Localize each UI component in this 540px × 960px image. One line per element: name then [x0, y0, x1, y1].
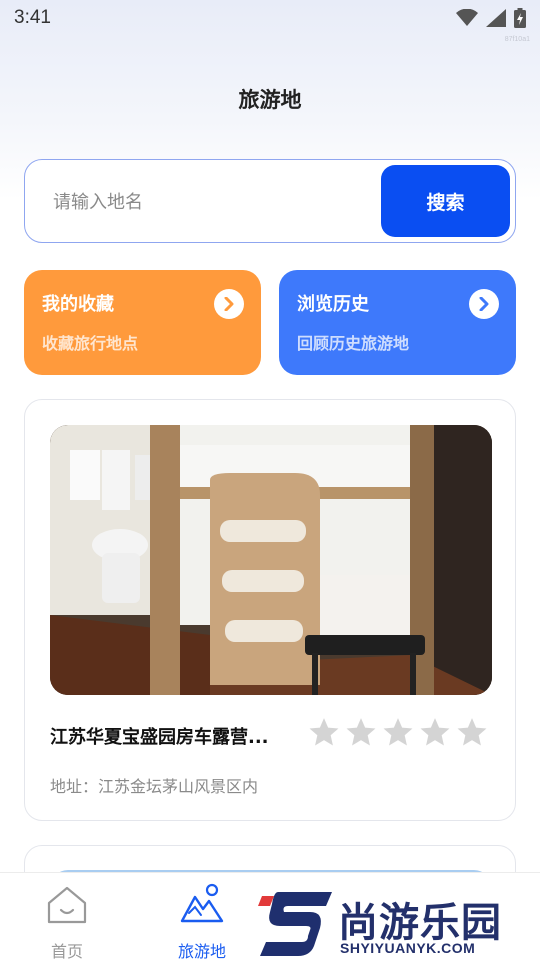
battery-icon	[514, 8, 526, 28]
star-icon	[457, 718, 487, 746]
watermark-url: SHYIYUANYK.COM	[340, 940, 476, 956]
wifi-icon	[456, 9, 478, 26]
tab-home-label: 首页	[50, 942, 83, 960]
status-time: 3:41	[14, 7, 51, 28]
chevron-right-icon	[214, 289, 244, 319]
star-icon	[383, 718, 413, 746]
favorites-title: 我的收藏	[42, 294, 114, 315]
page-title: 旅游地	[238, 88, 302, 112]
star-icon	[420, 718, 450, 746]
status-bar: 3:41	[0, 0, 540, 36]
search-box: 搜索	[24, 159, 516, 243]
build-tag: 87f10a1	[504, 36, 530, 43]
star-icon	[309, 718, 339, 746]
place-card[interactable]: 江苏华夏宝盛园房车露营... 地址：江苏金坛茅山风景区内	[24, 399, 516, 821]
search-input[interactable]	[45, 180, 375, 224]
star-rating	[307, 716, 489, 750]
search-button[interactable]: 搜索	[381, 165, 510, 237]
history-title: 浏览历史	[297, 294, 369, 315]
home-icon	[47, 886, 87, 924]
watermark-logo-icon	[258, 892, 332, 956]
site-watermark: 尚游乐园 SHYIYUANYK.COM	[258, 886, 540, 960]
tab-home[interactable]: 首页	[27, 883, 107, 960]
cellular-signal-icon	[486, 9, 506, 27]
status-icons	[456, 8, 526, 28]
chevron-right-icon	[469, 289, 499, 319]
favorites-card[interactable]: 我的收藏 收藏旅行地点	[24, 270, 261, 375]
favorites-subtitle: 收藏旅行地点	[42, 334, 139, 353]
star-icon	[346, 718, 376, 746]
mountain-pin-icon	[180, 883, 224, 923]
place-photo	[50, 425, 492, 695]
history-card[interactable]: 浏览历史 回顾历史旅游地	[279, 270, 516, 375]
place-address: 地址：江苏金坛茅山风景区内	[50, 777, 259, 796]
tab-travel-label: 旅游地	[177, 942, 226, 960]
history-subtitle: 回顾历史旅游地	[297, 334, 410, 353]
place-name: 江苏华夏宝盛园房车露营...	[50, 727, 269, 748]
tab-travel[interactable]: 旅游地	[162, 883, 242, 960]
